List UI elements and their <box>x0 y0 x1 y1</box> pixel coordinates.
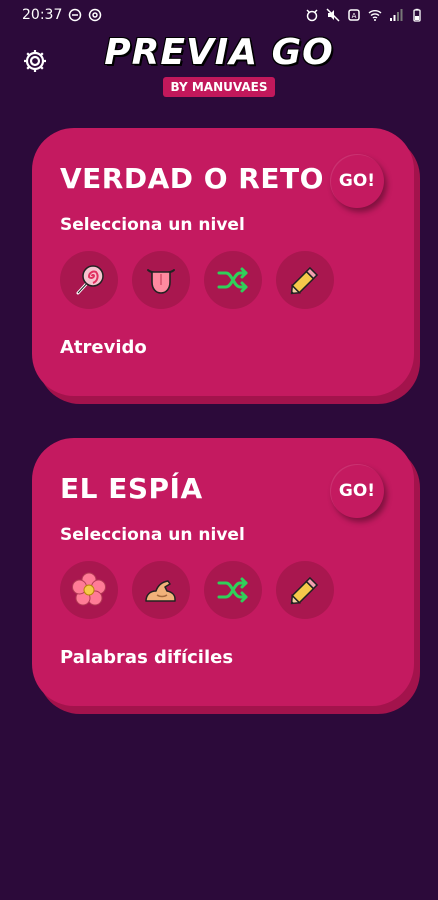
card-body: VERDAD O RETO GO! Selecciona un nivel At… <box>32 128 414 396</box>
app-subtitle-badge: BY MANUVAES <box>162 77 276 97</box>
shuffle-icon <box>217 577 248 603</box>
app-title: PREVIA GO <box>104 32 334 73</box>
level-button-pencil[interactable] <box>276 561 334 619</box>
status-bar: 20:37 A <box>0 0 438 30</box>
go-button[interactable]: GO! <box>330 464 384 518</box>
card-body: EL ESPÍA GO! Selecciona un nivel Palabra… <box>32 438 414 706</box>
game-card-verdad-o-reto: VERDAD O RETO GO! Selecciona un nivel At… <box>32 128 420 404</box>
battery-icon <box>413 8 421 22</box>
pencil-icon <box>290 266 319 295</box>
level-button-tongue[interactable] <box>132 251 190 309</box>
level-selector <box>60 251 388 309</box>
game-card-el-espia: EL ESPÍA GO! Selecciona un nivel Palabra… <box>32 438 420 714</box>
level-button-flower[interactable] <box>60 561 118 619</box>
wifi-icon <box>368 10 382 21</box>
go-button[interactable]: GO! <box>330 154 384 208</box>
lollipop-icon <box>76 265 104 295</box>
status-time: 20:37 <box>22 7 63 23</box>
svg-text:A: A <box>352 12 357 20</box>
flexed-biceps-icon <box>145 580 176 602</box>
level-button-shuffle[interactable] <box>204 561 262 619</box>
level-button-lollipop[interactable] <box>60 251 118 309</box>
level-button-biceps[interactable] <box>132 561 190 619</box>
level-button-pencil[interactable] <box>276 251 334 309</box>
level-prompt: Selecciona un nivel <box>60 525 245 545</box>
level-button-shuffle[interactable] <box>204 251 262 309</box>
shuffle-icon <box>217 267 248 293</box>
level-prompt: Selecciona un nivel <box>60 215 245 235</box>
level-selector <box>60 561 388 619</box>
dnd-icon <box>69 8 82 22</box>
app-logo: PREVIA GO BY MANUVAES <box>0 32 438 97</box>
alarm-icon <box>306 9 318 22</box>
data-saver-icon: A <box>348 9 360 21</box>
flower-icon <box>72 572 106 606</box>
at-sign-icon <box>89 8 102 22</box>
tongue-icon <box>147 269 175 294</box>
selected-level-label: Palabras difíciles <box>60 647 234 668</box>
mute-icon <box>326 8 340 22</box>
signal-icon <box>390 9 403 21</box>
pencil-icon <box>290 576 319 605</box>
selected-level-label: Atrevido <box>60 337 147 358</box>
